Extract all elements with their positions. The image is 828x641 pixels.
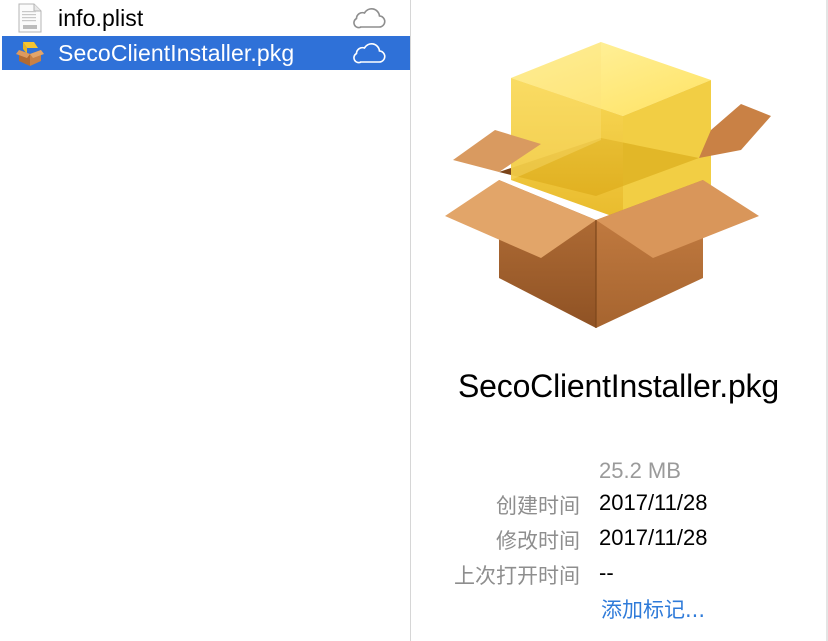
info-row-last-opened: 上次打开时间 -- — [411, 560, 826, 590]
file-name: SecoClientInstaller.pkg — [58, 39, 295, 66]
add-tags-link[interactable]: 添加标记... — [601, 594, 705, 624]
info-label: 上次打开时间 — [454, 564, 580, 588]
icloud-icon[interactable] — [352, 7, 386, 29]
file-list-column: info.plist SecoClientInstaller.pkg — [0, 0, 410, 641]
file-row-secoclientinstaller-pkg[interactable]: SecoClientInstaller.pkg — [2, 36, 410, 70]
info-label: 创建时间 — [496, 494, 580, 518]
info-value: -- — [599, 560, 614, 585]
file-name: info.plist — [58, 4, 144, 31]
file-size: 25.2 MB — [599, 458, 681, 483]
package-icon — [441, 20, 791, 340]
plist-file-icon — [16, 3, 44, 33]
info-value: 2017/11/28 — [599, 490, 708, 515]
preview-title: SecoClientInstaller.pkg — [458, 368, 779, 404]
file-row-info-plist[interactable]: info.plist — [2, 1, 410, 35]
info-value: 2017/11/28 — [599, 525, 708, 550]
info-row-modified: 修改时间 2017/11/28 — [411, 525, 826, 555]
preview-pane: SecoClientInstaller.pkg 25.2 MB 创建时间 201… — [411, 0, 826, 641]
icloud-icon[interactable] — [352, 42, 386, 64]
info-label: 修改时间 — [496, 529, 580, 553]
info-row-created: 创建时间 2017/11/28 — [411, 490, 826, 520]
finder-window: info.plist SecoClientInstaller.pkg SecoC… — [0, 0, 828, 641]
package-icon — [16, 38, 44, 68]
